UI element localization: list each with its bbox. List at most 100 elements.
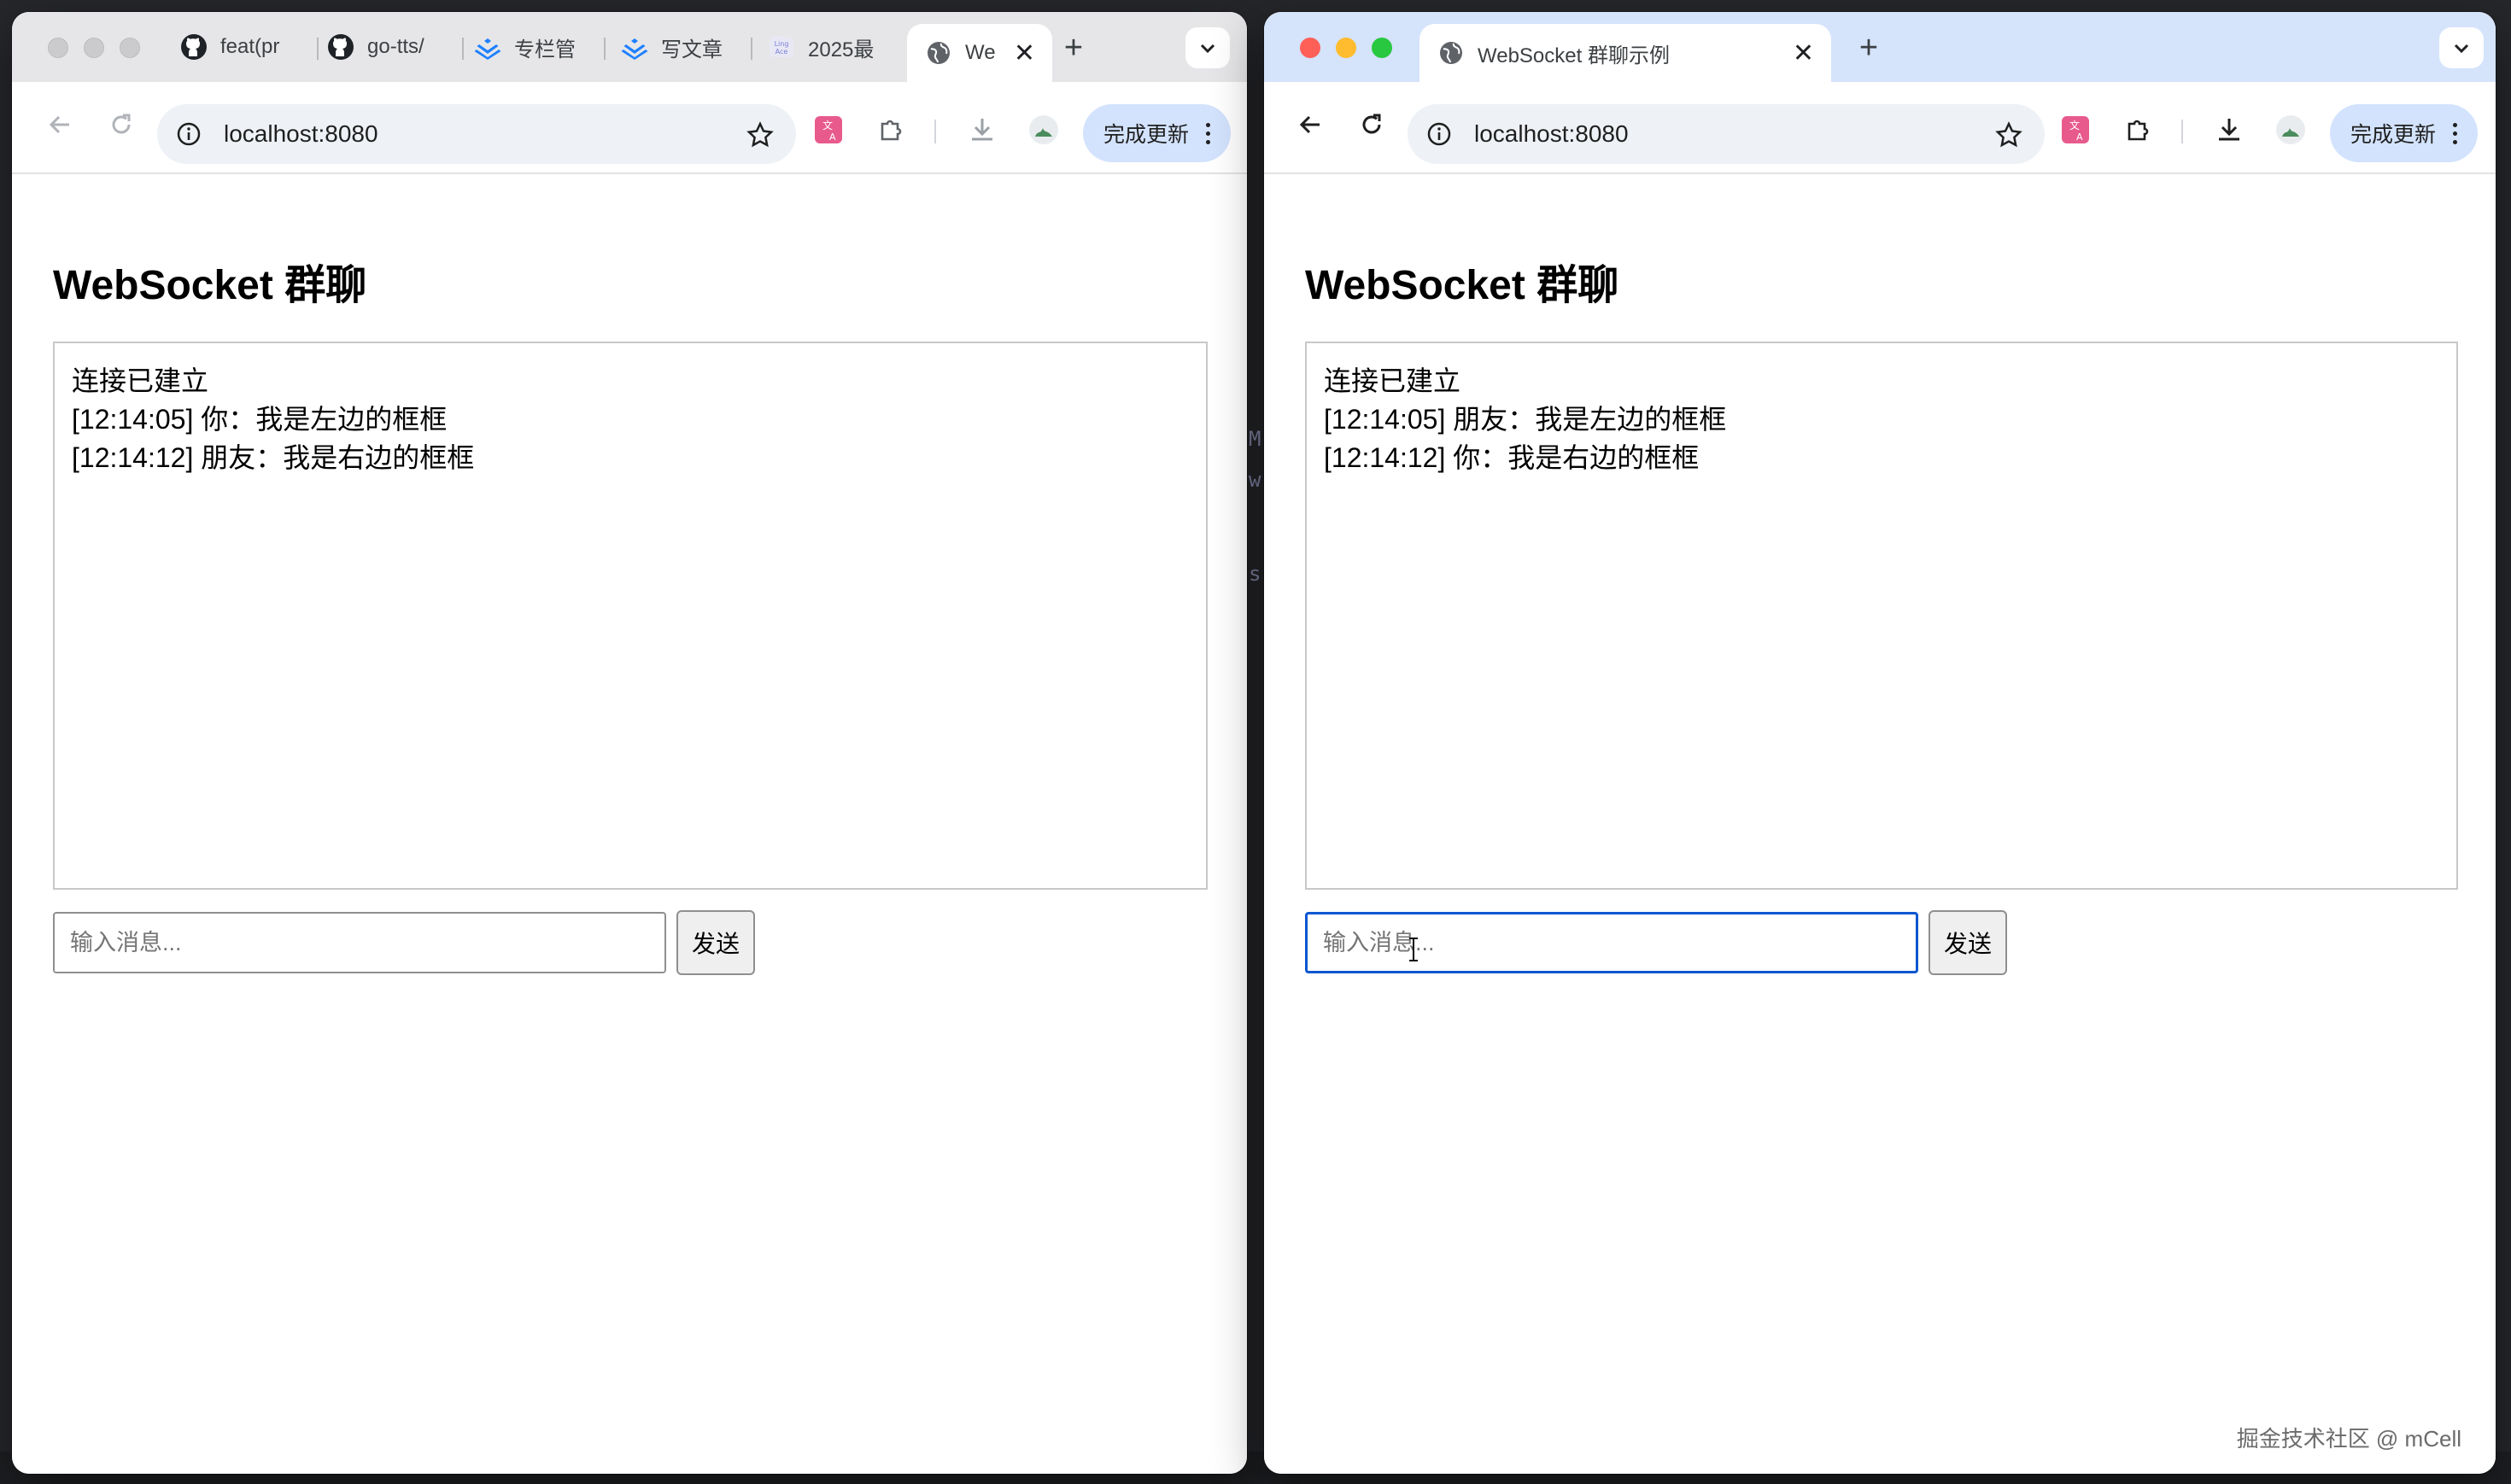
tab-active[interactable]: WebSocket 群聊示例 ✕ (1419, 24, 1831, 82)
minimize-window-button[interactable] (1336, 38, 1356, 58)
translate-extension-button[interactable]: 文A (811, 113, 846, 147)
update-button-label: 完成更新 (2350, 123, 2437, 147)
reload-button[interactable] (101, 104, 142, 145)
browser-toolbar: localhost:8080 文A 完成更新 (1264, 82, 2496, 174)
text-cursor-icon (1409, 938, 1418, 961)
url-text: localhost:8080 (1474, 120, 1629, 147)
chevron-down-icon (2454, 44, 2469, 54)
page-title: WebSocket 群聊 (1305, 263, 1619, 308)
tab-active[interactable]: We ✕ (907, 24, 1052, 82)
message-input[interactable] (53, 912, 666, 973)
bookmark-star-icon[interactable] (1995, 121, 2022, 149)
tab-search-button[interactable] (2439, 27, 2484, 68)
chat-message: [12:14:05] 你：我是左边的框框 (72, 404, 448, 435)
chat-log: 连接已建立 [12:14:05] 你：我是左边的框框 [12:14:12] 朋友… (53, 342, 1208, 890)
globe-icon (924, 38, 953, 67)
browser-window-right: WebSocket 群聊示例 ✕ + localhost:8080 文A 完成更… (1264, 12, 2496, 1474)
new-tab-button[interactable]: + (1056, 30, 1091, 66)
update-button[interactable]: 完成更新 (2330, 104, 2479, 162)
tab-title: 2025最 (808, 38, 875, 61)
chat-message: [12:14:12] 你：我是右边的框框 (1324, 442, 1700, 473)
page-content: WebSocket 群聊 连接已建立 [12:14:05] 你：我是左边的框框 … (12, 174, 1247, 1474)
downloads-button[interactable] (965, 113, 999, 147)
browser-toolbar: localhost:8080 文A 完成更新 (12, 82, 1247, 174)
tab-title: go-tts/ (367, 35, 424, 58)
back-button[interactable] (1290, 104, 1331, 145)
svg-text:Ling: Ling (775, 40, 789, 48)
window-controls (48, 38, 140, 58)
avatar-icon (2276, 115, 2305, 144)
github-icon (326, 32, 355, 61)
back-button[interactable] (39, 104, 80, 145)
github-icon (179, 32, 208, 61)
tab-title: 写文章 (661, 38, 723, 61)
reload-icon (112, 114, 131, 134)
chat-message: [12:14:05] 朋友：我是左边的框框 (1324, 404, 1727, 435)
zoom-window-button[interactable] (120, 38, 140, 58)
browser-window-left: feat(pr go-tts/ 专栏管 写文章 Ling Ace 2025最 W… (12, 12, 1247, 1474)
chat-log: 连接已建立 [12:14:05] 朋友：我是左边的框框 [12:14:12] 你… (1305, 342, 2458, 890)
message-input[interactable] (1305, 912, 1918, 973)
tab-title: feat(pr (220, 35, 280, 58)
send-button[interactable]: 发送 (676, 910, 755, 975)
puzzle-icon (881, 120, 902, 141)
close-tab-icon[interactable]: ✕ (1793, 38, 1814, 68)
chat-message: 连接已建立 (1324, 365, 1461, 396)
reload-icon (1362, 114, 1381, 134)
globe-icon (1437, 38, 1466, 67)
minimize-window-button[interactable] (84, 38, 104, 58)
tab-strip: WebSocket 群聊示例 ✕ + (1264, 12, 2496, 82)
page-title: WebSocket 群聊 (53, 263, 367, 308)
back-arrow-icon (1299, 115, 1320, 134)
tab-strip: feat(pr go-tts/ 专栏管 写文章 Ling Ace 2025最 W… (12, 12, 1247, 82)
chevron-down-icon (1200, 44, 1215, 54)
site-info-icon[interactable] (176, 121, 202, 147)
send-button[interactable]: 发送 (1929, 910, 2007, 975)
site-info-icon[interactable] (1426, 121, 1452, 147)
close-tab-icon[interactable]: ✕ (1014, 38, 1035, 68)
tab-item[interactable]: 专栏管 (473, 12, 601, 82)
tab-item[interactable]: Ling Ace 2025最 (767, 12, 895, 82)
address-bar[interactable]: localhost:8080 (1408, 104, 2045, 164)
more-menu-icon[interactable] (1206, 122, 1211, 144)
tab-divider (751, 38, 752, 60)
toolbar-divider (934, 120, 936, 143)
more-menu-icon[interactable] (2453, 122, 2458, 144)
translate-icon: 文A (815, 116, 842, 143)
profile-avatar[interactable] (1027, 113, 1061, 147)
extensions-button[interactable] (2122, 113, 2156, 147)
downloads-button[interactable] (2212, 113, 2246, 147)
svg-text:Ace: Ace (776, 48, 788, 56)
address-bar[interactable]: localhost:8080 (157, 104, 796, 164)
bookmark-star-icon[interactable] (746, 121, 774, 149)
close-window-button[interactable] (48, 38, 68, 58)
back-arrow-icon (49, 115, 69, 134)
zoom-window-button[interactable] (1372, 38, 1392, 58)
download-icon (972, 119, 992, 141)
svg-text:文: 文 (822, 119, 833, 131)
tab-title: WebSocket 群聊示例 (1478, 44, 1670, 67)
update-button[interactable]: 完成更新 (1083, 104, 1232, 162)
page-content: WebSocket 群聊 连接已建立 [12:14:05] 朋友：我是左边的框框… (1264, 174, 2496, 1474)
tab-item[interactable]: feat(pr (179, 12, 307, 82)
lingace-icon: Ling Ace (767, 32, 796, 61)
tab-divider (604, 38, 606, 60)
puzzle-icon (2128, 120, 2149, 141)
window-controls (1300, 38, 1392, 58)
tab-divider (462, 38, 464, 60)
tab-item[interactable]: go-tts/ (326, 12, 454, 82)
translate-extension-button[interactable]: 文A (2058, 113, 2092, 147)
update-button-label: 完成更新 (1103, 123, 1190, 147)
tab-search-button[interactable] (1185, 27, 1230, 68)
tab-divider (317, 38, 319, 60)
tab-title: 专栏管 (514, 38, 576, 61)
chat-message: 连接已建立 (72, 365, 209, 396)
reload-button[interactable] (1351, 104, 1392, 145)
avatar-icon (1029, 115, 1058, 144)
extensions-button[interactable] (875, 113, 909, 147)
tab-item[interactable]: 写文章 (620, 12, 748, 82)
profile-avatar[interactable] (2274, 113, 2308, 147)
juejin-icon (473, 32, 502, 61)
new-tab-button[interactable]: + (1852, 30, 1886, 66)
close-window-button[interactable] (1300, 38, 1320, 58)
